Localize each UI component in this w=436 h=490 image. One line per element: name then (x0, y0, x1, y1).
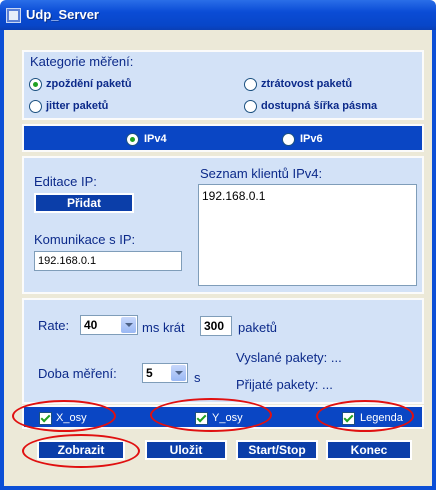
save-button[interactable]: Uložit (145, 440, 227, 460)
client-list-label: Seznam klientů IPv4: (200, 166, 323, 181)
highlight-show-button (22, 434, 140, 468)
ip-version-bar: IPv4 IPv6 (22, 124, 424, 152)
radio-loss[interactable] (244, 78, 257, 91)
end-button[interactable]: Konec (326, 440, 412, 460)
window-title: Udp_Server (26, 7, 99, 22)
comm-ip-input[interactable]: 192.168.0.1 (34, 251, 182, 271)
rate-combo[interactable]: 40 (80, 315, 138, 335)
client-list[interactable]: 192.168.0.1 (198, 184, 417, 286)
radio-ipv6-label: IPv6 (300, 133, 323, 145)
highlight-y-axis (150, 398, 272, 432)
rate-value: 40 (84, 318, 98, 332)
packet-count-input[interactable]: 300 (200, 316, 232, 336)
radio-ipv4[interactable] (126, 133, 139, 146)
radio-delay-label: zpoždění paketů (46, 78, 132, 90)
sent-packets-label: Vyslané pakety: ... (236, 350, 342, 365)
duration-unit: s (194, 370, 201, 385)
highlight-legend (316, 400, 414, 432)
duration-label: Doba měření: (38, 366, 117, 381)
add-ip-button[interactable]: Přidat (34, 193, 134, 213)
chevron-down-icon[interactable] (171, 365, 186, 381)
app-icon (6, 8, 21, 23)
edit-ip-label: Editace IP: (34, 174, 97, 189)
radio-bandwidth[interactable] (244, 100, 257, 113)
radio-delay[interactable] (29, 78, 42, 91)
comm-ip-label: Komunikace s IP: (34, 232, 136, 247)
radio-jitter-label: jitter paketů (46, 100, 109, 112)
highlight-x-axis (12, 400, 116, 432)
duration-value: 5 (146, 366, 153, 380)
radio-loss-label: ztrátovost paketů (261, 78, 353, 90)
radio-ipv6[interactable] (282, 133, 295, 146)
ms-krat-label: ms krát (142, 320, 185, 335)
radio-bandwidth-label: dostupná šířka pásma (261, 100, 378, 112)
received-packets-label: Přijaté pakety: ... (236, 377, 333, 392)
packets-label: paketů (238, 320, 278, 335)
start-stop-button[interactable]: Start/Stop (236, 440, 318, 460)
category-title: Kategorie měření: (30, 54, 134, 69)
duration-combo[interactable]: 5 (142, 363, 188, 383)
category-panel: Kategorie měření: zpoždění paketů ztráto… (22, 50, 424, 120)
ip-panel: Editace IP: Přidat Komunikace s IP: 192.… (22, 156, 424, 294)
client-list-item[interactable]: 192.168.0.1 (202, 188, 413, 204)
radio-ipv4-label: IPv4 (144, 133, 167, 145)
radio-jitter[interactable] (29, 100, 42, 113)
chevron-down-icon[interactable] (121, 317, 136, 333)
rate-panel: Rate: 40 ms krát 300 paketů Doba měření:… (22, 298, 424, 404)
rate-label: Rate: (38, 318, 70, 333)
